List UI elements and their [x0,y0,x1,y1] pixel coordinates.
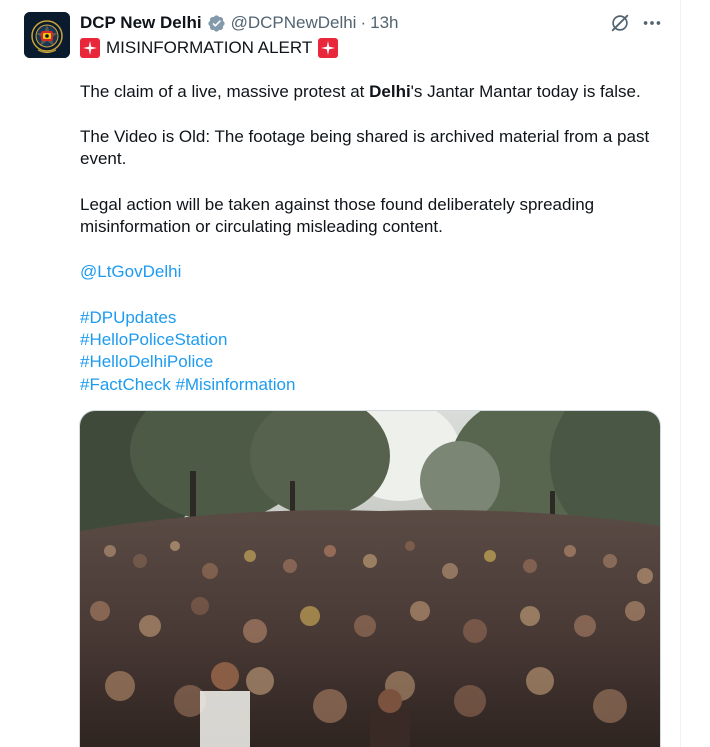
timeline-divider [680,0,681,747]
tweet-text-line: misinformation or circulating misleading… [80,217,443,236]
alert-title: MISINFORMATION ALERT [106,38,313,57]
tweet-text-line: Legal action will be taken against those… [80,195,595,214]
more-options-icon[interactable] [641,12,663,34]
tweet-timestamp[interactable]: 13h [370,13,398,33]
siren-icon [318,38,339,58]
delhi-police-emblem-icon [24,12,70,58]
mention-link[interactable]: @LtGovDelhi [80,261,181,283]
text-segment: 's Jantar Mantar today is false. [410,82,641,101]
bold-text: Delhi [369,82,411,101]
alert-heading: MISINFORMATION ALERT [80,37,339,59]
hashtag-link[interactable]: #HelloDelhiPolice [80,351,213,373]
verified-badge-icon[interactable] [207,14,226,33]
hashtag-link[interactable]: #HelloPoliceStation [80,329,227,351]
author-avatar[interactable] [24,12,70,58]
tweet-header: DCP New Delhi @DCPNewDelhi · 13h [80,12,399,34]
tweet-text-line: event. [80,149,127,168]
tweet-card[interactable]: DCP New Delhi @DCPNewDelhi · 13h MISINFO… [0,0,710,747]
author-handle[interactable]: @DCPNewDelhi [231,13,357,33]
tweet-text-line: #FactCheck #Misinformation [80,374,295,396]
hashtag-link[interactable]: #FactCheck [80,375,171,394]
tweet-text-line: The Video is Old: The footage being shar… [80,127,650,146]
siren-icon [80,38,100,58]
grok-icon[interactable] [609,12,631,34]
tweet-text-line: The claim of a live, massive protest at … [80,81,641,103]
hashtag-link[interactable]: #Misinformation [175,375,295,394]
text-segment: The claim of a live, massive protest at [80,82,370,101]
crowd-photo [80,411,660,747]
tweet-media-video[interactable] [79,410,661,747]
hashtag-link[interactable]: #DPUpdates [80,307,176,329]
author-display-name[interactable]: DCP New Delhi [80,13,202,33]
header-separator: · [360,13,367,32]
